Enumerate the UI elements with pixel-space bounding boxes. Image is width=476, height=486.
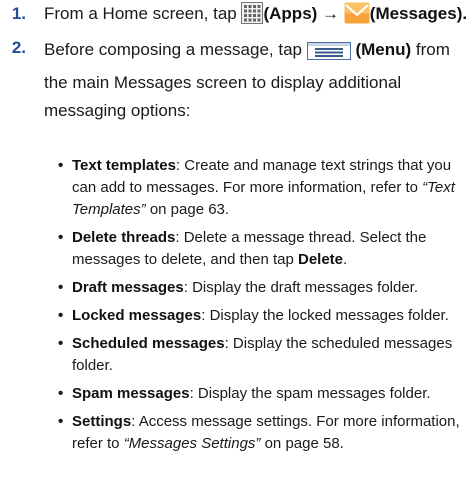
menu-icon bbox=[306, 41, 351, 69]
bullet-dot: • bbox=[58, 335, 64, 352]
bullet-dot: • bbox=[58, 385, 64, 402]
instruction-page: 1. From a Home screen, tap (Apps) → (Mes… bbox=[0, 0, 476, 486]
step-number: 2. bbox=[11, 38, 26, 57]
bullet-dot: • bbox=[58, 307, 64, 324]
bullet-dot: • bbox=[58, 413, 64, 430]
bullet-dot: • bbox=[58, 229, 64, 246]
step-number: 1. bbox=[11, 4, 26, 23]
messages-envelope-icon bbox=[344, 2, 370, 31]
apps-grid-icon bbox=[241, 2, 264, 31]
bullet-dot: • bbox=[58, 157, 64, 174]
arrow: → bbox=[322, 4, 340, 23]
step-1-text: From a Home screen, tap (Apps) → (Messag… bbox=[44, 2, 467, 31]
bullet-dot: • bbox=[58, 279, 64, 296]
step-2-text: Before composing a message, tap (Menu) f… bbox=[44, 40, 450, 120]
